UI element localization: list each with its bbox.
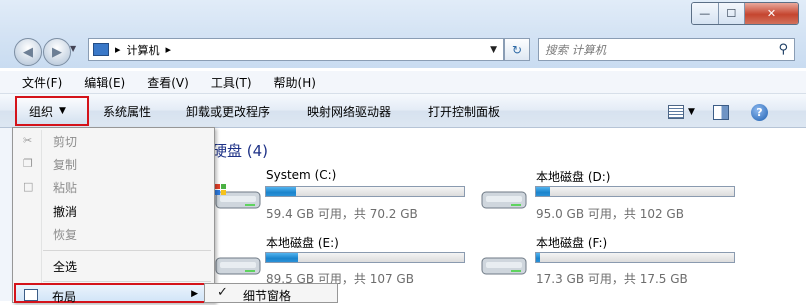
organize-button[interactable]: 组织 ▼: [15, 96, 89, 126]
uninstall-program-button[interactable]: 卸载或更改程序: [186, 103, 270, 120]
recent-pages-dropdown-icon[interactable]: ▼: [70, 44, 76, 53]
drive-usage-bar: [535, 252, 735, 263]
forward-arrow-icon: ▶: [52, 44, 62, 60]
view-dropdown-icon[interactable]: ▼: [688, 107, 695, 117]
submenu-item-details-pane[interactable]: 细节窗格: [243, 287, 291, 304]
drive-name[interactable]: 本地磁盘 (D:): [536, 168, 610, 185]
menu-item-redo[interactable]: 恢复: [53, 226, 77, 243]
drive-info: 59.4 GB 可用，共 70.2 GB: [266, 207, 418, 221]
organize-label: 组织: [29, 104, 54, 119]
preview-pane-icon[interactable]: [712, 104, 729, 120]
chevron-down-icon: ▼: [59, 106, 66, 116]
cut-icon: ✂: [23, 134, 33, 147]
layout-label: 布局: [52, 290, 77, 304]
drive-c-icon[interactable]: [212, 184, 264, 214]
drive-usage-bar: [265, 252, 465, 263]
back-button[interactable]: ◀: [14, 38, 42, 66]
back-arrow-icon: ◀: [23, 44, 33, 60]
layout-icon: [24, 289, 38, 301]
system-properties-button[interactable]: 系统属性: [103, 103, 151, 120]
menu-item-undo[interactable]: 撤消: [53, 203, 77, 220]
caption-buttons: — ☐ ✕: [691, 2, 799, 25]
search-input[interactable]: 搜索 计算机: [545, 42, 606, 58]
menu-item-paste[interactable]: 粘贴: [53, 179, 77, 196]
menu-view[interactable]: 查看(V): [147, 74, 189, 91]
help-icon[interactable]: ?: [750, 103, 768, 121]
organize-menu: ✂ 剪切 ❐ 复制 □ 粘贴 撤消 恢复 全选: [12, 127, 215, 303]
usage-fill: [536, 253, 540, 262]
menu-bar: 文件(F) 编辑(E) 查看(V) 工具(T) 帮助(H): [0, 71, 806, 94]
drive-usage-bar: [265, 186, 465, 197]
usage-fill: [266, 187, 296, 196]
refresh-icon: ↻: [511, 42, 523, 57]
drive-d-icon[interactable]: [478, 184, 530, 214]
menu-help[interactable]: 帮助(H): [274, 74, 316, 91]
computer-icon: [93, 43, 109, 56]
breadcrumb-separator[interactable]: ▸: [115, 43, 121, 56]
menu-item-copy[interactable]: 复制: [53, 156, 77, 173]
section-title: 硬盘 (4): [212, 142, 269, 160]
drive-info: 95.0 GB 可用，共 102 GB: [536, 207, 684, 221]
checkmark-icon: ✓: [217, 285, 228, 300]
drive-name[interactable]: 本地磁盘 (E:): [266, 234, 339, 251]
change-view-icon[interactable]: [668, 105, 684, 119]
minimize-button[interactable]: —: [692, 3, 719, 24]
menu-item-cut[interactable]: 剪切: [53, 133, 77, 150]
menu-item-layout[interactable]: 布局 ▶: [14, 283, 206, 304]
search-box[interactable]: 搜索 计算机 ⚲: [538, 38, 795, 61]
search-icon[interactable]: ⚲: [778, 42, 788, 57]
menu-tools[interactable]: 工具(T): [211, 74, 252, 91]
open-control-panel-button[interactable]: 打开控制面板: [428, 103, 500, 120]
menu-separator: [43, 281, 211, 282]
drive-name[interactable]: System (C:): [266, 168, 336, 182]
menu-separator: [43, 250, 211, 251]
menu-gutter: [41, 130, 42, 302]
usage-fill: [536, 187, 550, 196]
address-bar[interactable]: ▸ 计算机 ▸ ▼: [88, 38, 504, 61]
drive-name[interactable]: 本地磁盘 (F:): [536, 234, 607, 251]
map-network-drive-button[interactable]: 映射网络驱动器: [307, 103, 391, 120]
drive-f-icon[interactable]: [478, 250, 530, 280]
refresh-button[interactable]: ↻: [504, 38, 530, 61]
forward-button[interactable]: ▶: [43, 38, 71, 66]
layout-submenu: ✓ 细节窗格: [204, 283, 338, 303]
submenu-arrow-icon: ▶: [191, 289, 198, 299]
drive-usage-bar: [535, 186, 735, 197]
close-button[interactable]: ✕: [745, 3, 798, 24]
breadcrumb-computer[interactable]: 计算机: [127, 42, 160, 58]
copy-icon: ❐: [23, 157, 33, 170]
usage-fill: [266, 253, 298, 262]
breadcrumb-separator[interactable]: ▸: [166, 43, 172, 56]
drive-info: 17.3 GB 可用，共 17.5 GB: [536, 272, 688, 286]
view-controls: ▼ ?: [668, 101, 798, 123]
maximize-button[interactable]: ☐: [718, 3, 746, 24]
paste-icon: □: [23, 180, 34, 193]
menu-file[interactable]: 文件(F): [22, 74, 62, 91]
menu-item-select-all[interactable]: 全选: [53, 258, 77, 275]
address-dropdown-icon[interactable]: ▼: [490, 45, 497, 55]
menu-edit[interactable]: 编辑(E): [84, 74, 125, 91]
drive-e-icon[interactable]: [212, 250, 264, 280]
